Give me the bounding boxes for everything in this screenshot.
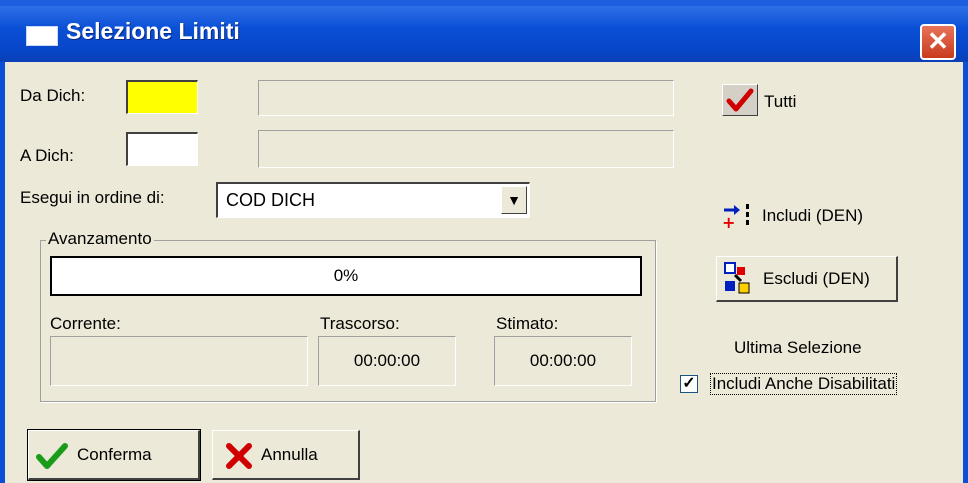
order-select-value: COD DICH <box>226 190 315 210</box>
corrente-value <box>50 336 308 386</box>
close-button[interactable]: ✕ <box>920 24 956 60</box>
tutti-button[interactable] <box>722 84 758 116</box>
checkmark-icon <box>36 443 68 469</box>
disabilitati-label[interactable]: Includi Anche Disabilitati <box>710 373 898 395</box>
trascorso-value: 00:00:00 <box>318 336 456 386</box>
svg-text:+: + <box>722 213 735 232</box>
window-icon <box>26 26 58 46</box>
da-dich-description <box>258 80 674 116</box>
order-select[interactable]: COD DICH ▼ <box>216 182 530 218</box>
include-icon: + <box>722 204 749 232</box>
escludi-den-label: Escludi (DEN) <box>763 269 870 288</box>
a-dich-input[interactable] <box>126 132 198 166</box>
corrente-label: Corrente: <box>50 314 121 333</box>
disabilitati-checkbox[interactable]: ✓ <box>680 375 698 393</box>
da-dich-input[interactable] <box>126 80 198 114</box>
chevron-down-icon[interactable]: ▼ <box>501 186 527 214</box>
title-bar[interactable]: Selezione Limiti ✕ <box>0 0 968 62</box>
escludi-den-button[interactable]: Escludi (DEN) <box>716 256 898 302</box>
ultima-selezione-label: Ultima Selezione <box>734 338 862 357</box>
order-label: Esegui in ordine di: <box>20 188 165 207</box>
exclude-icon <box>724 262 750 294</box>
a-dich-description <box>258 130 674 168</box>
tutti-label: Tutti <box>764 92 797 111</box>
window-border-right <box>963 62 968 483</box>
stimato-label: Stimato: <box>496 314 559 333</box>
close-icon <box>226 443 252 469</box>
annulla-button[interactable]: Annulla <box>212 430 360 480</box>
progress-bar: 0% <box>50 256 642 296</box>
checkmark-icon <box>726 88 754 112</box>
window-border-left <box>0 62 5 483</box>
includi-den-label: Includi (DEN) <box>762 206 864 225</box>
da-dich-label: Da Dich: <box>20 86 86 105</box>
a-dich-label: A Dich: <box>20 146 74 165</box>
window-title: Selezione Limiti <box>66 18 240 44</box>
conferma-button[interactable]: Conferma <box>27 429 201 481</box>
stimato-value: 00:00:00 <box>494 336 632 386</box>
annulla-label: Annulla <box>261 445 318 464</box>
progress-group-title: Avanzamento <box>46 229 154 249</box>
trascorso-label: Trascorso: <box>320 314 400 333</box>
conferma-label: Conferma <box>77 445 152 464</box>
includi-den-button[interactable]: + Includi (DEN) <box>718 196 898 236</box>
